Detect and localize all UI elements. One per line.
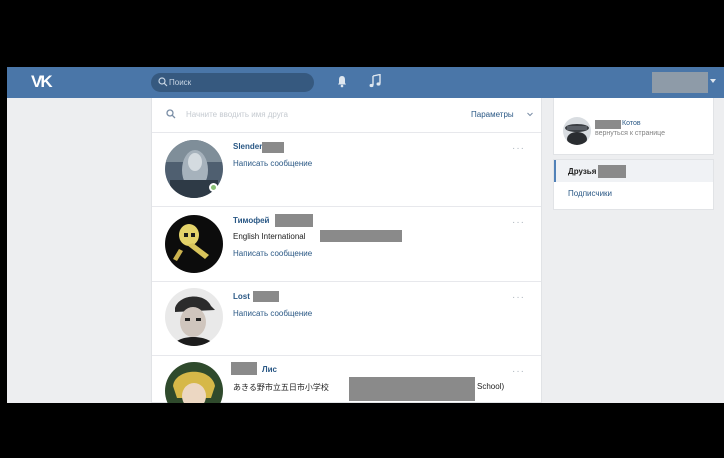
more-icon[interactable]: ···: [512, 366, 525, 377]
menu-item-friends-label: Друзья: [568, 167, 597, 176]
more-icon[interactable]: ···: [512, 217, 525, 228]
online-indicator: [209, 183, 218, 192]
profile-card[interactable]: Котов вернуться к странице: [553, 98, 714, 155]
redacted-count: [598, 165, 626, 178]
friends-search-placeholder: Начните вводить имя друга: [186, 110, 288, 119]
vk-friends-screen: VK Поиск Начните вводить имя друга Парам…: [7, 67, 724, 403]
letterbox-top: [0, 0, 724, 67]
write-message-link[interactable]: Написать сообщение: [233, 159, 312, 168]
vk-logo[interactable]: VK: [31, 72, 57, 92]
list-item: Тимофей English International Написать с…: [152, 207, 541, 282]
redacted-surname: [253, 291, 279, 302]
avatar[interactable]: [165, 215, 223, 273]
friend-school: あきる野市立五日市小学校: [233, 383, 329, 392]
more-icon[interactable]: ···: [512, 143, 525, 154]
bell-icon[interactable]: [337, 75, 347, 88]
search-icon: [158, 77, 168, 87]
list-item: Лис あきる野市立五日市小学校 School) ···: [152, 356, 541, 403]
avatar[interactable]: [563, 117, 591, 145]
chevron-down-icon[interactable]: [526, 110, 534, 118]
search-input[interactable]: Поиск: [151, 73, 314, 92]
friend-university: English International: [233, 232, 306, 241]
more-icon[interactable]: ···: [512, 292, 525, 303]
list-item: Lost Написать сообщение ···: [152, 282, 541, 356]
search-placeholder: Поиск: [169, 78, 192, 87]
user-menu-redacted[interactable]: [652, 72, 708, 93]
avatar[interactable]: [165, 288, 223, 346]
letterbox-bottom: [0, 403, 724, 458]
friends-filter-bar[interactable]: Начните вводить имя друга Параметры: [152, 98, 541, 133]
redacted-first-name: [595, 120, 621, 129]
back-to-page-link[interactable]: вернуться к странице: [595, 130, 665, 137]
top-header: VK Поиск: [7, 67, 724, 98]
write-message-link[interactable]: Написать сообщение: [233, 249, 312, 258]
menu-item-subscribers[interactable]: Подписчики: [568, 189, 612, 198]
friend-school-suffix: School): [477, 382, 505, 391]
redacted-first-name: [231, 362, 257, 375]
profile-name[interactable]: Котов: [622, 120, 641, 127]
music-icon[interactable]: [369, 74, 381, 88]
chevron-down-icon[interactable]: [710, 79, 716, 83]
redacted-university: [320, 230, 402, 242]
friends-menu: Друзья Подписчики: [553, 159, 714, 210]
params-button[interactable]: Параметры: [471, 110, 514, 119]
friend-name[interactable]: Тимофей: [233, 216, 269, 225]
redacted-surname: [275, 214, 313, 227]
redacted-school: [349, 377, 475, 401]
write-message-link[interactable]: Написать сообщение: [233, 309, 312, 318]
avatar[interactable]: [165, 362, 223, 403]
search-icon: [166, 109, 176, 119]
list-item: Slender Написать сообщение ···: [152, 133, 541, 207]
friend-name[interactable]: Slender: [233, 142, 262, 151]
menu-item-friends[interactable]: Друзья: [554, 160, 713, 182]
friends-list-panel: Начните вводить имя друга Параметры Slen…: [151, 98, 542, 403]
redacted-surname: [262, 142, 284, 153]
friend-name[interactable]: Лис: [262, 365, 277, 374]
friend-name[interactable]: Lost: [233, 292, 250, 301]
